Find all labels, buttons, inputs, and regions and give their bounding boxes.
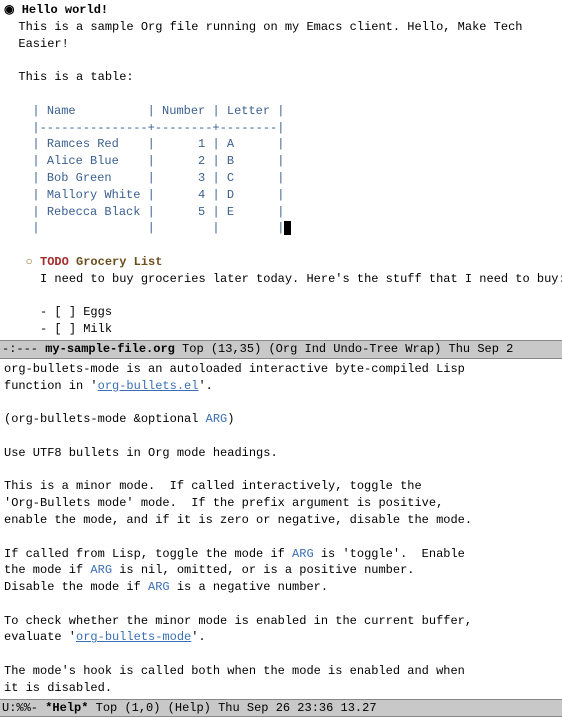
table-row: | Mallory White | 4 | D | — [32, 188, 284, 202]
text-cursor — [284, 221, 291, 235]
bullet-level2-icon: ○ — [26, 255, 33, 269]
help-line: Disable the mode if ARG is a negative nu… — [4, 580, 328, 594]
help-content: org-bullets-mode is an autoloaded intera… — [4, 361, 558, 697]
list-item: Milk — [83, 322, 112, 336]
table-row: | Ramces Red | 1 | A | — [32, 137, 284, 151]
list-item: Eggs — [83, 305, 112, 319]
org-buffer[interactable]: ◉ Hello world! This is a sample Org file… — [0, 0, 562, 340]
help-line: function in 'org-bullets.el'. — [4, 379, 213, 393]
help-line: This is a minor mode. If called interact… — [4, 479, 422, 493]
org-body-line: This is a sample Org file running on my … — [18, 20, 522, 34]
table-header: | Name | Number | Letter | — [32, 104, 284, 118]
org-body-line: I need to buy groceries later today. Her… — [40, 272, 562, 286]
help-line: org-bullets-mode is an autoloaded intera… — [4, 362, 465, 376]
help-line: 'Org-Bullets mode' mode. If the prefix a… — [4, 496, 443, 510]
modeline-org[interactable]: -:--- my-sample-file.org Top (13,35) (Or… — [0, 340, 562, 359]
help-line: If called from Lisp, toggle the mode if … — [4, 547, 465, 561]
modeline-linecol: (13,35) — [211, 342, 261, 356]
checkbox-icon[interactable]: [ ] — [54, 305, 76, 319]
arg-name: ARG — [148, 580, 170, 594]
help-line: the mode if ARG is nil, omitted, or is a… — [4, 563, 414, 577]
org-content: ◉ Hello world! This is a sample Org file… — [4, 2, 558, 338]
buffer-name[interactable]: *Help* — [45, 701, 88, 715]
modeline-status: U:%%- — [2, 701, 38, 715]
table-row-empty: | | | | — [32, 221, 284, 235]
arg-name: ARG — [206, 412, 228, 426]
table-row: | Alice Blue | 2 | B | — [32, 154, 284, 168]
modeline-status: -:--- — [2, 342, 38, 356]
org-body-line: This is a table: — [18, 70, 133, 84]
help-line: The mode's hook is called both when the … — [4, 664, 465, 678]
modeline-modes[interactable]: (Help) — [168, 701, 211, 715]
modeline-modes[interactable]: (Org Ind Undo-Tree Wrap) — [268, 342, 441, 356]
modeline-position: Top — [96, 701, 118, 715]
help-line: Use UTF8 bullets in Org mode headings. — [4, 446, 278, 460]
link-org-bullets-el[interactable]: org-bullets.el — [98, 379, 199, 393]
table-row: | Bob Green | 3 | C | — [32, 171, 284, 185]
org-heading-1: Hello world! — [22, 3, 108, 17]
modeline-date: Thu Sep 26 23:36 13.27 — [218, 701, 376, 715]
org-heading-2: Grocery List — [76, 255, 162, 269]
table-separator: |---------------+--------+--------| — [32, 121, 284, 135]
arg-name: ARG — [292, 547, 314, 561]
bullet-level1-icon: ◉ — [4, 3, 14, 17]
help-line: it is disabled. — [4, 681, 112, 695]
buffer-name[interactable]: my-sample-file.org — [45, 342, 175, 356]
org-body-line: Easier! — [18, 37, 68, 51]
help-line: To check whether the minor mode is enabl… — [4, 614, 472, 628]
arg-name: ARG — [90, 563, 112, 577]
help-signature: (org-bullets-mode &optional ARG) — [4, 412, 234, 426]
help-line: evaluate 'org-bullets-mode'. — [4, 630, 206, 644]
link-org-bullets-mode[interactable]: org-bullets-mode — [76, 630, 191, 644]
modeline-date: Thu Sep 2 — [449, 342, 514, 356]
table-row: | Rebecca Black | 5 | E | — [32, 205, 284, 219]
modeline-linecol: (1,0) — [124, 701, 160, 715]
help-buffer[interactable]: org-bullets-mode is an autoloaded intera… — [0, 359, 562, 699]
todo-keyword: TODO — [40, 255, 69, 269]
modeline-help[interactable]: U:%%- *Help* Top (1,0) (Help) Thu Sep 26… — [0, 699, 562, 717]
modeline-position: Top — [182, 342, 204, 356]
help-line: enable the mode, and if it is zero or ne… — [4, 513, 472, 527]
checkbox-icon[interactable]: [ ] — [54, 322, 76, 336]
